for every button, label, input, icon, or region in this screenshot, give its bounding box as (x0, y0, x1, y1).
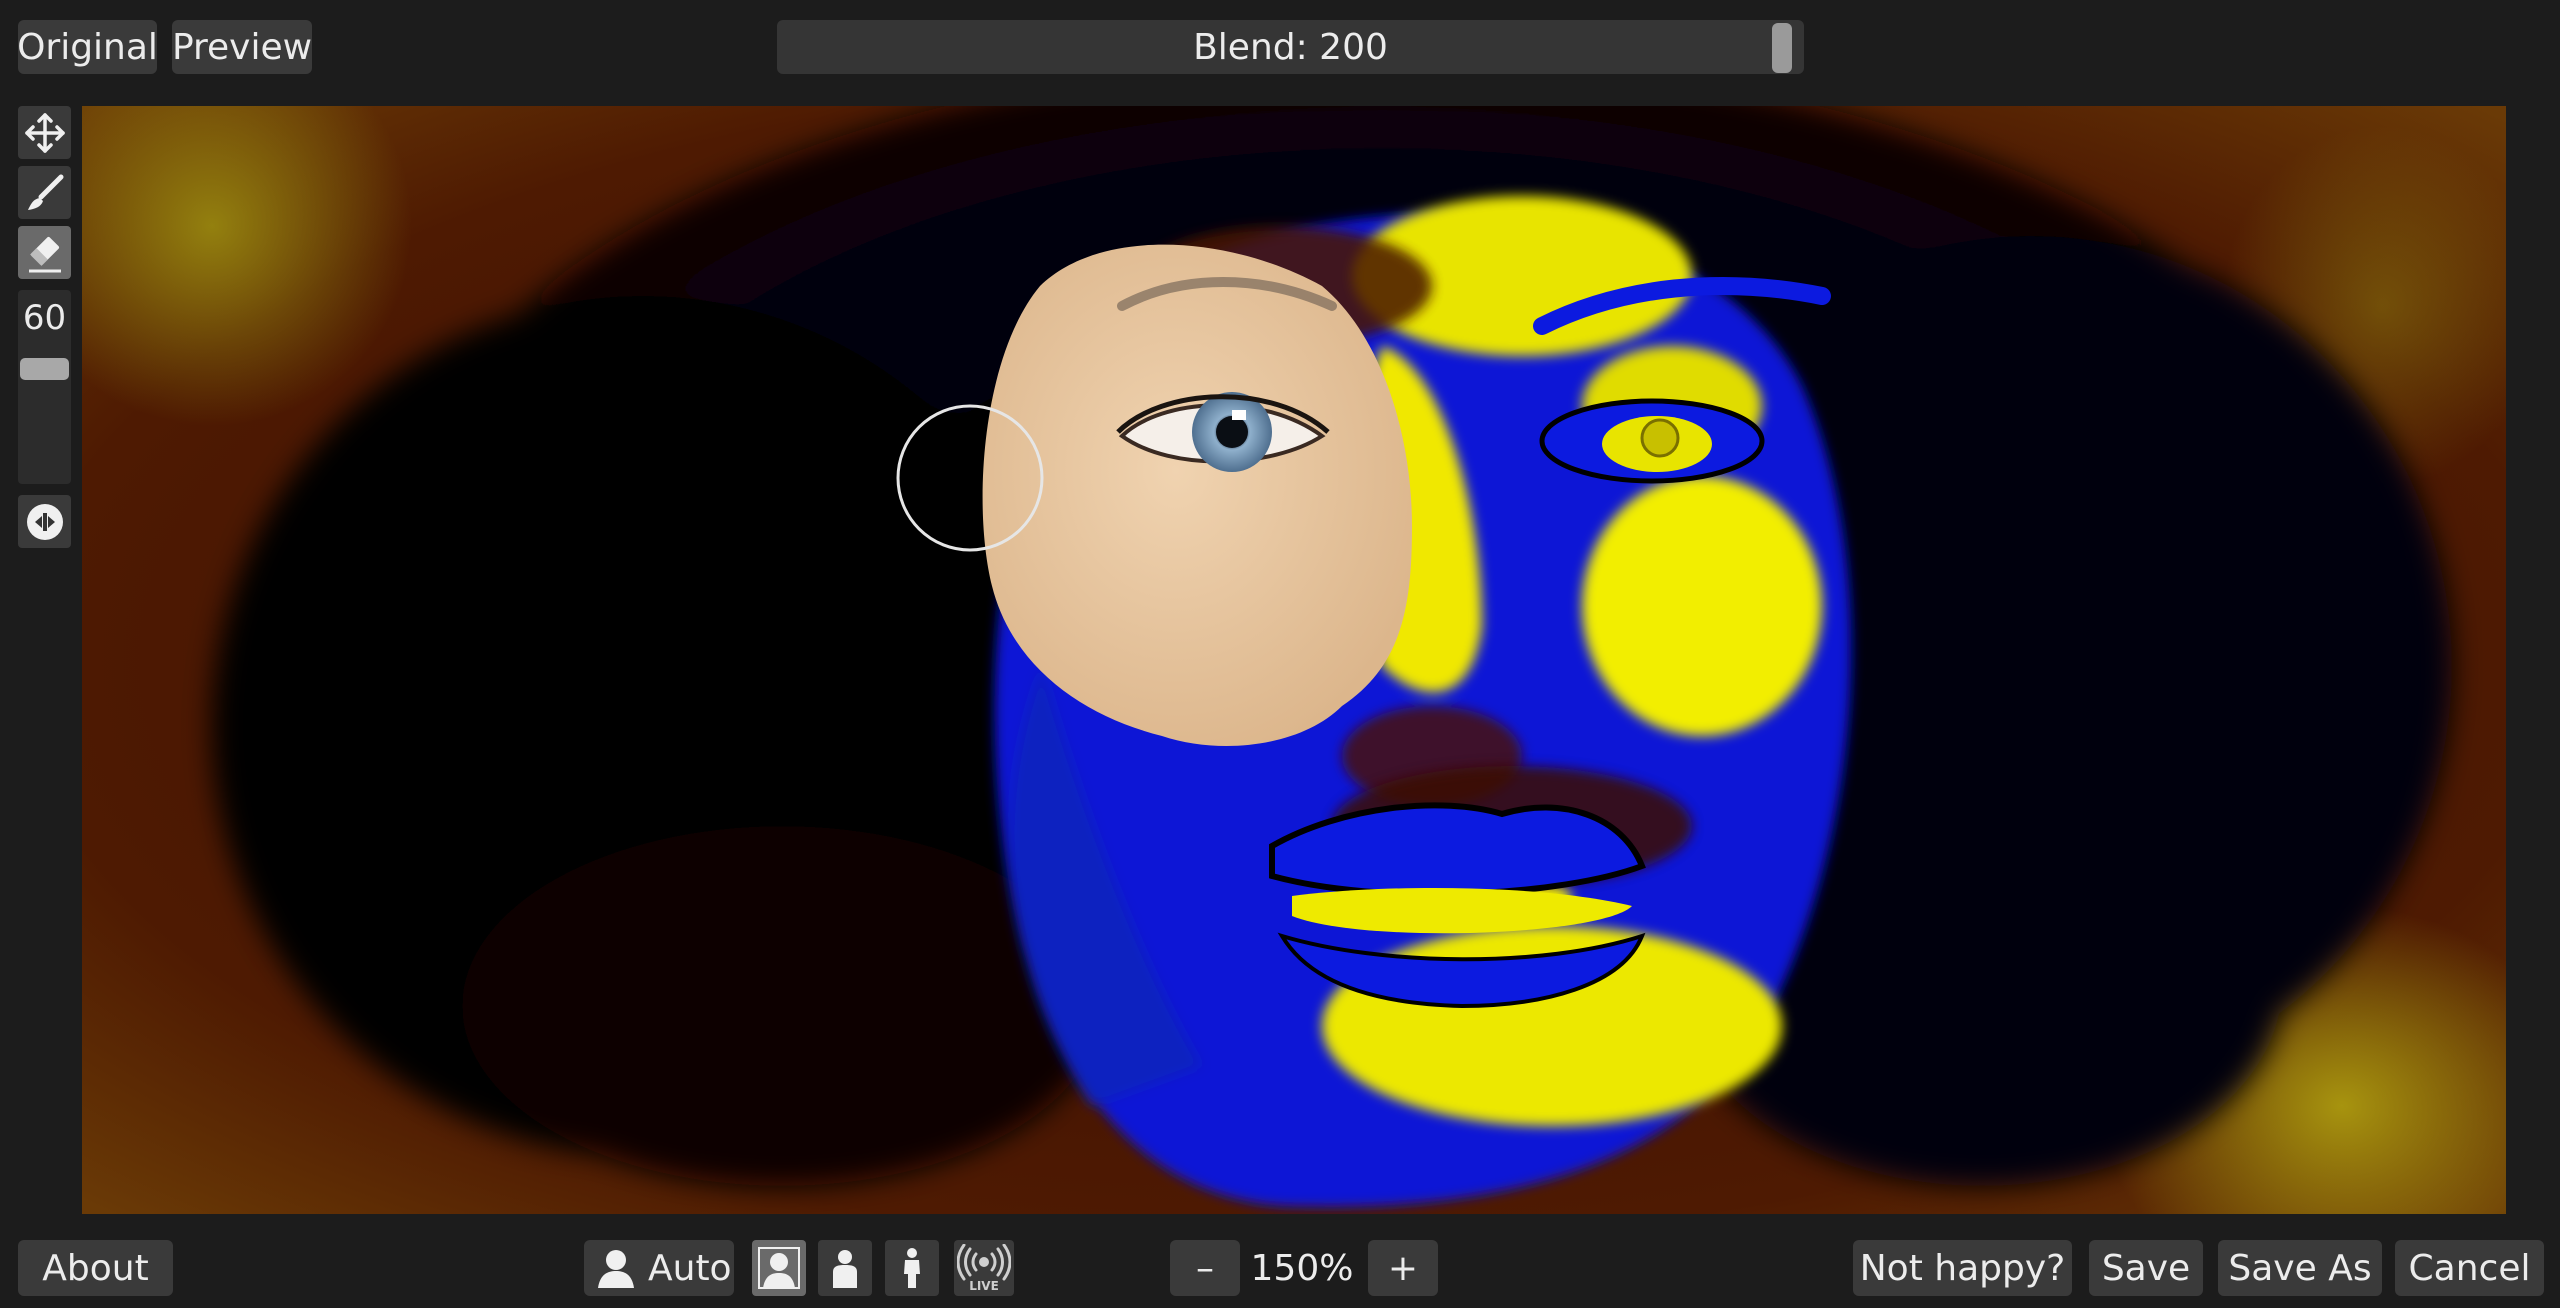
brush-size-value: 60 (22, 298, 67, 338)
preview-button[interactable]: Preview (172, 20, 312, 74)
not-happy-button[interactable]: Not happy? (1853, 1240, 2072, 1296)
zoom-in-button[interactable]: + (1368, 1240, 1438, 1296)
move-tool-button[interactable] (18, 106, 71, 159)
live-mode-icon: LIVE (957, 1244, 1011, 1292)
reset-view-icon (26, 503, 63, 540)
face-mode-button[interactable] (752, 1240, 806, 1296)
reset-view-button[interactable] (18, 495, 71, 548)
move-icon (24, 112, 65, 153)
brush-size-knob[interactable] (20, 358, 69, 380)
blend-slider-thumb[interactable] (1772, 23, 1792, 73)
blend-slider[interactable]: Blend: 200 (777, 20, 1804, 74)
brush-size-slider[interactable]: 60 (18, 290, 71, 484)
full-body-mode-button[interactable] (885, 1240, 939, 1296)
about-button[interactable]: About (18, 1240, 173, 1296)
full-body-mode-icon (904, 1248, 920, 1288)
zoom-out-button[interactable]: – (1170, 1240, 1240, 1296)
auto-button[interactable]: Auto (584, 1240, 734, 1296)
cancel-button-label: Cancel (2408, 1247, 2531, 1289)
live-badge: LIVE (969, 1279, 999, 1292)
original-button[interactable]: Original (17, 20, 158, 74)
save-as-button[interactable]: Save As (2218, 1240, 2382, 1296)
eraser-tool-button[interactable] (18, 226, 71, 279)
preview-button-label: Preview (171, 26, 313, 68)
image-canvas[interactable] (82, 106, 2506, 1214)
portrait-mode-icon (833, 1250, 857, 1288)
about-button-label: About (42, 1247, 149, 1289)
blend-label: Blend: 200 (1193, 26, 1388, 68)
not-happy-button-label: Not happy? (1859, 1247, 2066, 1289)
save-button-label: Save (2101, 1247, 2191, 1289)
zoom-level: 150% (1250, 1247, 1354, 1289)
save-as-button-label: Save As (2228, 1247, 2372, 1289)
zoom-out-label: – (1196, 1247, 1214, 1289)
cancel-button[interactable]: Cancel (2395, 1240, 2544, 1296)
original-button-label: Original (17, 26, 158, 68)
face-mode-icon (758, 1247, 800, 1289)
live-mode-button[interactable]: LIVE (954, 1240, 1014, 1296)
brush-tool-button[interactable] (18, 166, 71, 219)
auto-button-label: Auto (648, 1247, 732, 1289)
eraser-icon (28, 236, 61, 272)
edited-photo (82, 106, 2506, 1214)
save-button[interactable]: Save (2089, 1240, 2203, 1296)
brush-icon (27, 174, 63, 210)
zoom-in-label: + (1387, 1247, 1419, 1289)
portrait-mode-button[interactable] (818, 1240, 872, 1296)
person-icon (598, 1250, 634, 1288)
